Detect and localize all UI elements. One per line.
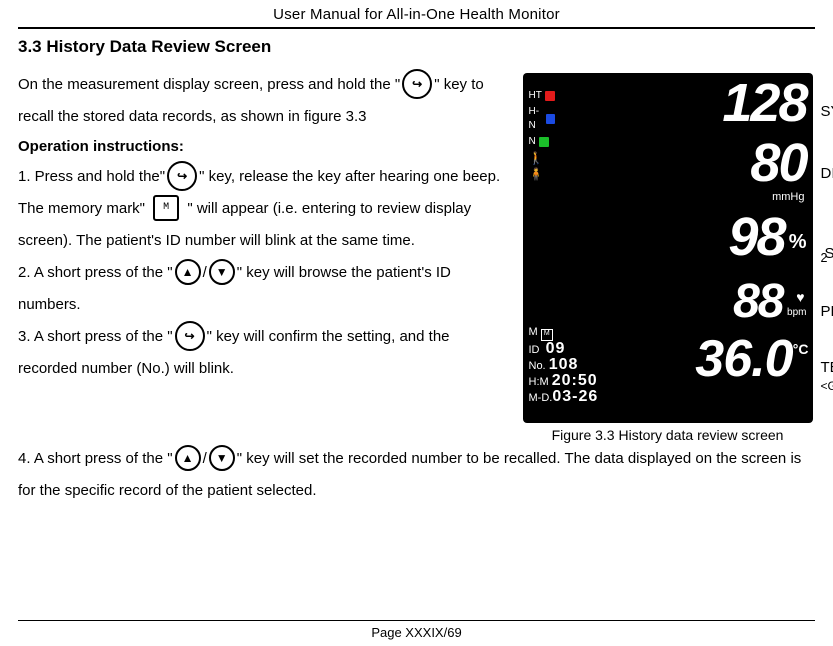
enter-icon: ↪ <box>167 161 197 191</box>
step-4a: 4. A short press of the " <box>18 450 173 467</box>
label-md: M-D. <box>529 392 553 404</box>
label-hn: H-N <box>529 105 544 133</box>
indicator-hn <box>546 114 554 124</box>
page-number: Page XXXIX/69 <box>371 625 461 640</box>
label-spo2: SpO2 <box>821 245 828 265</box>
unit-degc: °C <box>793 341 809 357</box>
intro-paragraph: On the measurement display screen, press… <box>18 69 502 133</box>
section-title: 3.3 History Data Review Screen <box>18 37 815 57</box>
value-dias: 80 <box>750 137 806 189</box>
label-id: ID <box>529 344 540 356</box>
step-1a: 1. Press and hold the" <box>18 168 165 185</box>
down-icon: ▼ <box>209 445 235 471</box>
figure-caption: Figure 3.3 History data review screen <box>552 427 784 443</box>
intro-part1: On the measurement display screen, press… <box>18 76 400 93</box>
step-3: 3. A short press of the "↪" key will con… <box>18 321 502 385</box>
label-m: M <box>529 326 538 338</box>
up-icon: ▲ <box>175 445 201 471</box>
label-hm: H:M <box>529 376 549 388</box>
value-spo2: 98 <box>728 211 784 263</box>
person-icon: 🚶 <box>529 151 544 165</box>
step-2a: 2. A short press of the " <box>18 264 173 281</box>
value-pr: 88 <box>733 279 782 325</box>
label-dias: DIAS <box>821 165 833 182</box>
operation-instructions-label: Operation instructions: <box>18 133 502 161</box>
person-standing-icon: 🧍 <box>529 167 544 181</box>
unit-bpm: bpm <box>787 307 806 318</box>
body-text-column: On the measurement display screen, press… <box>18 69 502 443</box>
down-icon: ▼ <box>209 259 235 285</box>
up-icon: ▲ <box>175 259 201 285</box>
label-no: No. <box>529 360 546 372</box>
right-label-column: SYST DIAS SpO2 PR TEMP <GLU> <box>817 73 833 423</box>
indicator-ht <box>545 91 555 101</box>
device-screen: HT H-N N 🚶 🧍 M M ID 09 No. 108 H:M 20:50… <box>523 73 813 423</box>
step-4: 4. A short press of the "▲/▼" key will s… <box>18 443 815 507</box>
step-2: 2. A short press of the "▲/▼" key will b… <box>18 257 502 321</box>
label-n: N <box>529 135 536 149</box>
value-temp: 36.0 <box>695 335 792 383</box>
figure-column: HT H-N N 🚶 🧍 M M ID 09 No. 108 H:M 20:50… <box>520 69 815 443</box>
label-syst: SYST <box>821 103 833 120</box>
label-temp: TEMP <box>821 359 833 376</box>
heart-icon: ♥ <box>796 289 804 305</box>
memory-icon: M <box>153 195 179 221</box>
label-glu: <GLU> <box>821 379 833 393</box>
step-1: 1. Press and hold the"↪" key, release th… <box>18 161 502 257</box>
indicator-n <box>539 137 549 147</box>
enter-icon: ↪ <box>175 321 205 351</box>
footer-divider <box>18 620 815 621</box>
page-header-title: User Manual for All-in-One Health Monito… <box>18 0 815 29</box>
label-ht: HT <box>529 89 542 103</box>
unit-percent: % <box>789 231 807 254</box>
value-syst: 128 <box>722 77 806 129</box>
step-3a: 3. A short press of the " <box>18 328 173 345</box>
enter-icon: ↪ <box>402 69 432 99</box>
label-pr: PR <box>821 303 833 320</box>
unit-mmhg: mmHg <box>772 191 804 203</box>
